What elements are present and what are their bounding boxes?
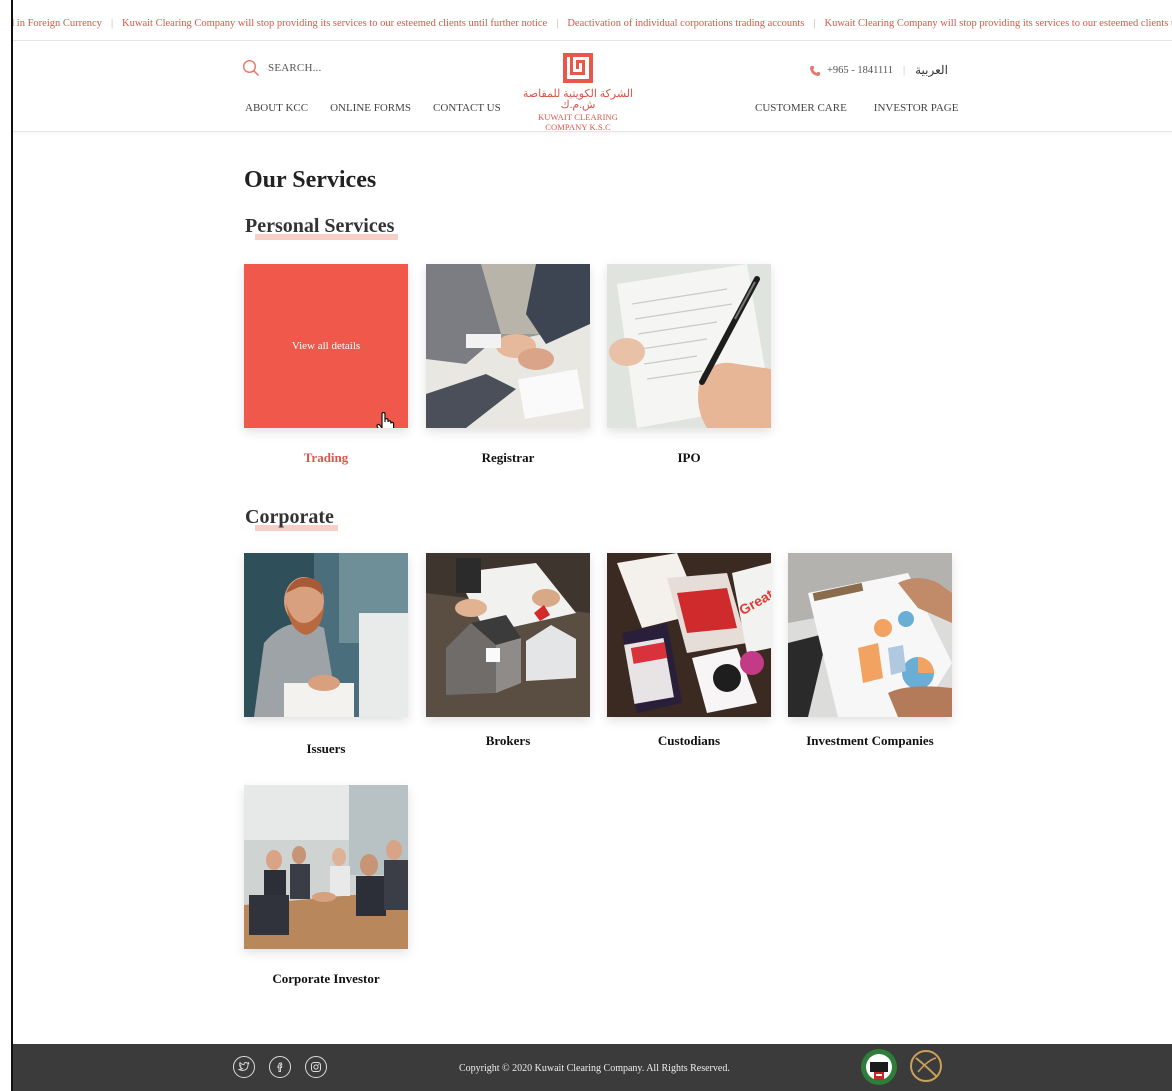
nav-about-kcc[interactable]: ABOUT KCC xyxy=(245,102,308,114)
handshake-photo xyxy=(426,264,590,428)
contact-separator: | xyxy=(903,65,906,76)
instagram-icon[interactable] xyxy=(305,1056,327,1078)
brochures-photo: Great xyxy=(607,553,771,717)
service-card-investment-companies[interactable]: Investment Companies xyxy=(788,553,952,749)
logo-mark-icon xyxy=(563,53,593,83)
meeting-room-photo xyxy=(244,785,408,949)
page-title: Our Services xyxy=(244,167,377,193)
phone-number[interactable]: +965 - 1841111 xyxy=(827,65,893,76)
house-models-photo xyxy=(426,553,590,717)
nav-online-forms[interactable]: ONLINE FORMS xyxy=(330,102,411,114)
view-details-link[interactable]: View all details xyxy=(292,340,360,352)
service-card-trading[interactable]: View all details Trading xyxy=(244,264,408,466)
nav-customer-care[interactable]: CUSTOMER CARE xyxy=(755,102,847,114)
social-links xyxy=(233,1056,327,1078)
personal-services-heading: Personal Services xyxy=(245,215,399,240)
logo-english-name: KUWAIT CLEARING COMPANY K.S.C xyxy=(538,112,618,132)
nav-contact-us[interactable]: CONTACT US xyxy=(433,102,501,114)
ticker-item[interactable]: Deactivation of individual corporations … xyxy=(567,18,804,29)
corporate-heading: Corporate xyxy=(245,506,338,531)
search-box[interactable]: SEARCH... xyxy=(242,59,321,77)
ticker-item[interactable]: Kuwait Clearing Company will stop provid… xyxy=(825,18,1172,29)
news-ticker: end in Foreign Currency | Kuwait Clearing … xyxy=(13,14,1172,36)
company-logo[interactable]: الشركة الكويتية للمقاصة ش.م.ك KUWAIT CLE… xyxy=(517,51,639,132)
logo-arabic-name: الشركة الكويتية للمقاصة ش.م.ك xyxy=(522,88,634,111)
service-card-brokers[interactable]: Brokers xyxy=(426,553,590,749)
ticker-item[interactable]: Kuwait Clearing Company will stop provid… xyxy=(122,18,547,29)
charts-clipboard-photo xyxy=(788,553,952,717)
ticker-item[interactable]: end in Foreign Currency xyxy=(13,18,102,29)
ticker-separator: | xyxy=(813,18,816,29)
card-label[interactable]: Custodians xyxy=(607,733,771,749)
search-icon xyxy=(242,59,260,77)
card-hover-overlay[interactable]: View all details xyxy=(244,264,408,428)
site-footer: Copyright © 2020 Kuwait Clearing Company… xyxy=(13,1044,1172,1091)
card-label[interactable]: Brokers xyxy=(426,733,590,749)
service-card-registrar[interactable]: Registrar xyxy=(426,264,590,466)
ipo-image[interactable] xyxy=(607,264,771,428)
card-label[interactable]: Registrar xyxy=(426,450,590,466)
card-label[interactable]: Corporate Investor xyxy=(244,971,408,987)
custodians-image[interactable]: Great xyxy=(607,553,771,717)
kuwait-emblem-icon[interactable] xyxy=(860,1048,898,1086)
signing-document-photo xyxy=(607,264,771,428)
nav-investor-page[interactable]: INVESTOR PAGE xyxy=(874,102,959,114)
language-switch[interactable]: العربية xyxy=(915,63,948,78)
page-frame: end in Foreign Currency | Kuwait Clearing … xyxy=(11,0,1172,1091)
service-card-custodians[interactable]: Great Custodians xyxy=(607,553,771,749)
card-label[interactable]: Investment Companies xyxy=(788,733,952,749)
copyright-text: Copyright © 2020 Kuwait Clearing Company… xyxy=(459,1063,730,1074)
service-card-corporate-investor[interactable]: Corporate Investor xyxy=(244,785,408,987)
corporate-title: Corporate xyxy=(245,506,334,528)
personal-services-title: Personal Services xyxy=(245,215,395,237)
ticker-separator: | xyxy=(556,18,559,29)
contact-bar: +965 - 1841111 | العربية xyxy=(809,63,948,78)
trading-image[interactable]: View all details xyxy=(244,264,408,428)
site-header: SEARCH... ABOUT KCC ONLINE FORMS CONTACT… xyxy=(13,40,1172,132)
nav-right: CUSTOMER CARE INVESTOR PAGE xyxy=(755,102,958,114)
registrar-image[interactable] xyxy=(426,264,590,428)
investment-companies-image[interactable] xyxy=(788,553,952,717)
phone-icon xyxy=(810,65,820,76)
brokers-image[interactable] xyxy=(426,553,590,717)
vision-logo-icon[interactable] xyxy=(908,1048,944,1084)
ticker-separator: | xyxy=(110,18,114,29)
facebook-icon[interactable] xyxy=(269,1056,291,1078)
footer-badges xyxy=(860,1048,944,1086)
twitter-icon[interactable] xyxy=(233,1056,255,1078)
hand-cursor-icon xyxy=(376,412,395,428)
man-with-laptop-photo xyxy=(244,553,408,717)
card-label[interactable]: Trading xyxy=(244,450,408,466)
service-card-issuers[interactable]: Issuers xyxy=(244,553,408,757)
issuers-image[interactable] xyxy=(244,553,408,717)
card-label[interactable]: IPO xyxy=(607,450,771,466)
nav-left: ABOUT KCC ONLINE FORMS CONTACT US xyxy=(245,102,501,114)
service-card-ipo[interactable]: IPO xyxy=(607,264,771,466)
corporate-investor-image[interactable] xyxy=(244,785,408,949)
search-input[interactable]: SEARCH... xyxy=(268,62,321,74)
card-label[interactable]: Issuers xyxy=(244,741,408,757)
